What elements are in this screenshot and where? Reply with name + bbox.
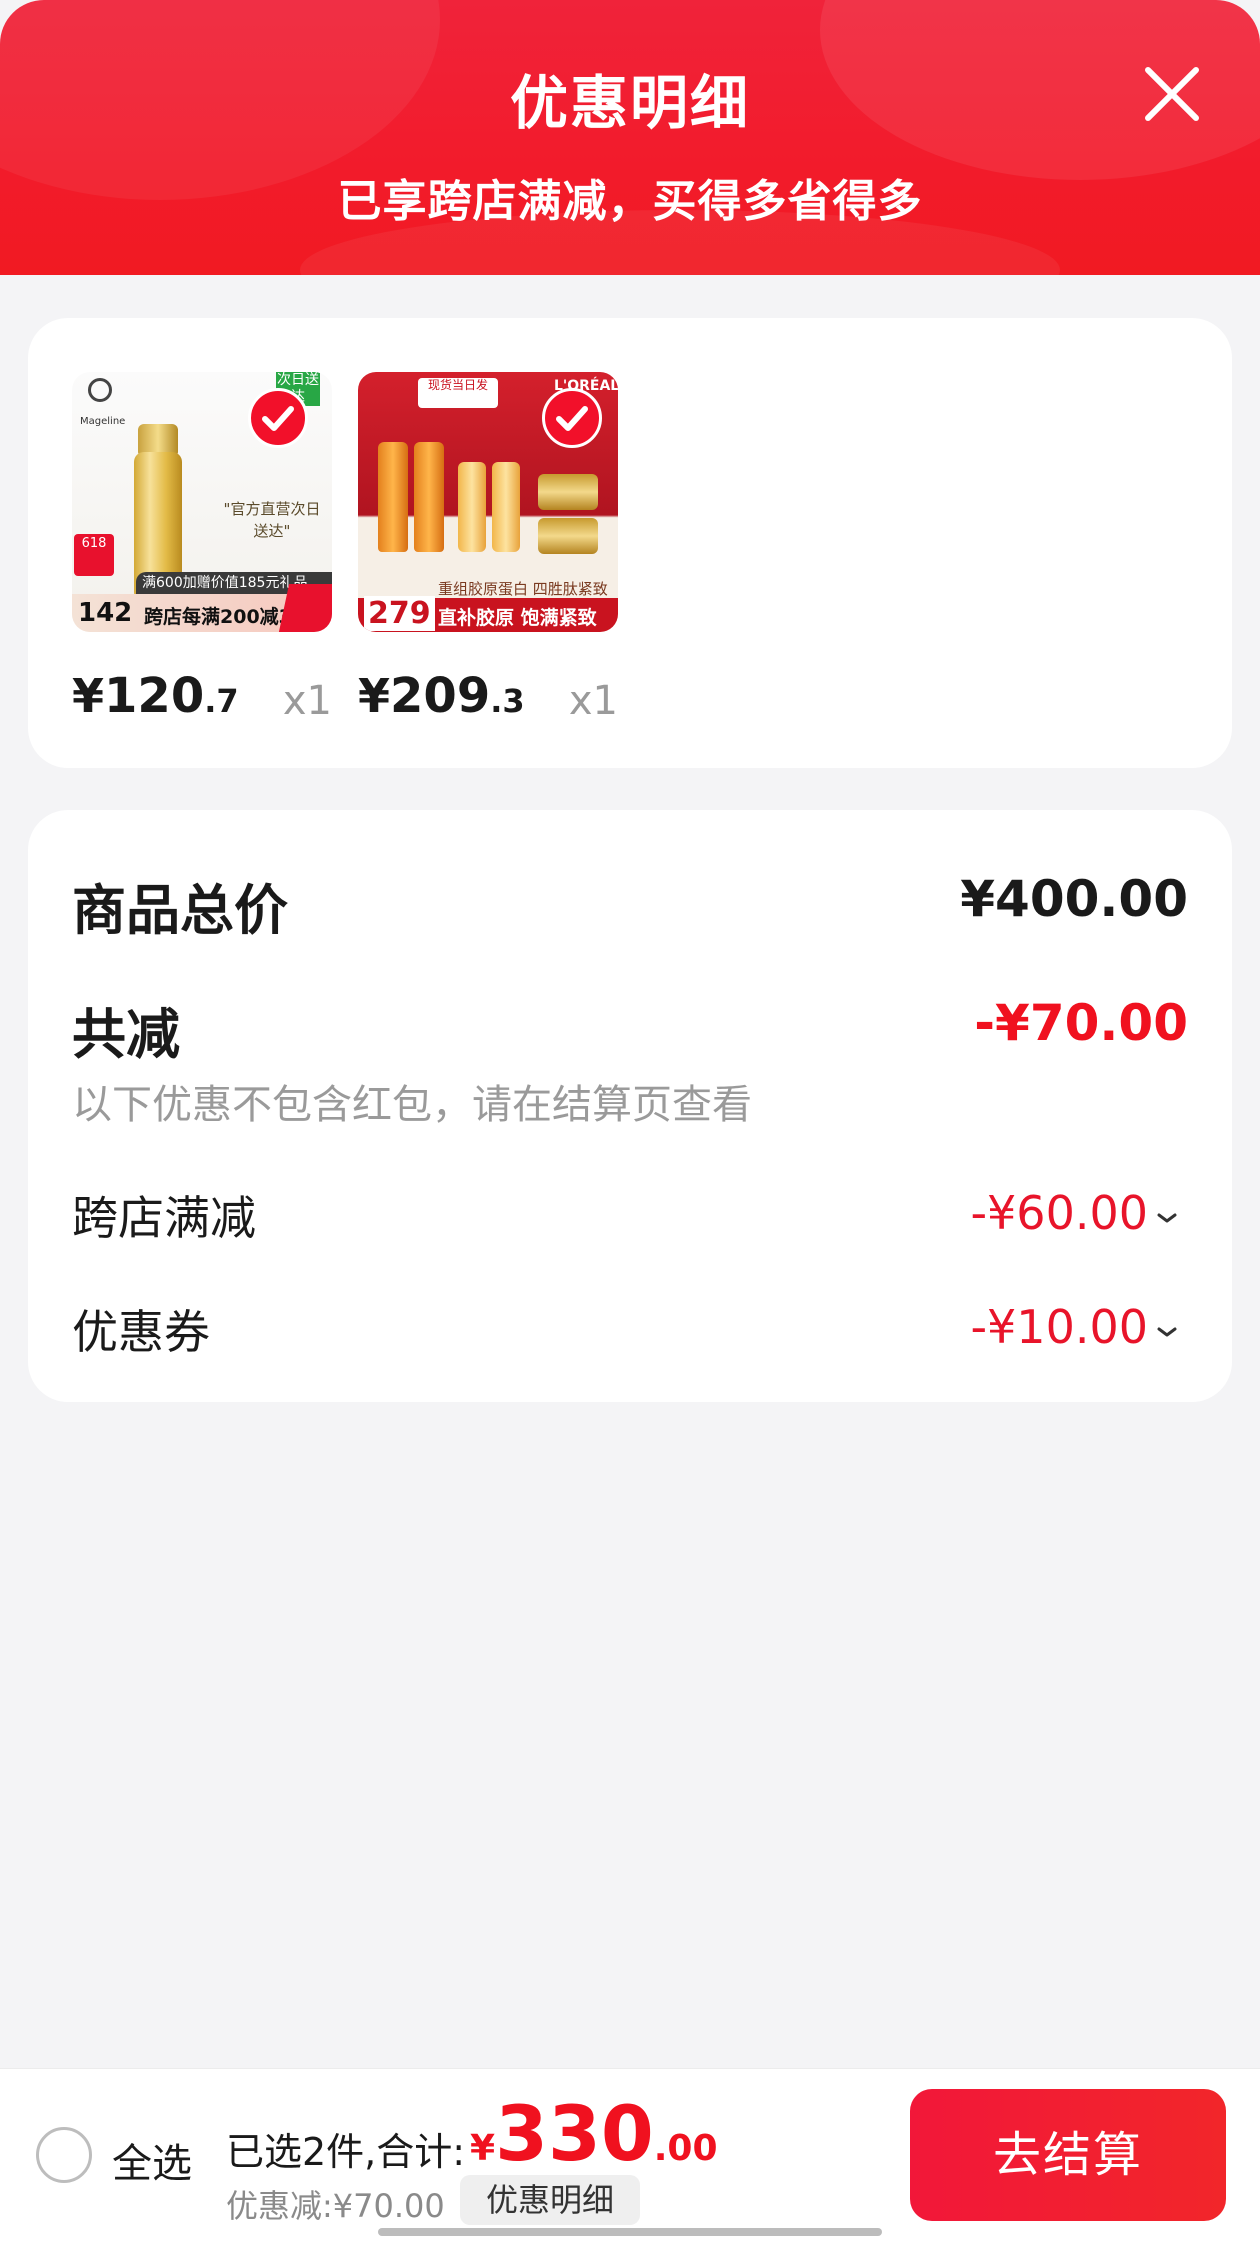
ship-today-tag: 现货当日发 xyxy=(418,378,498,408)
products-card: Mageline 次日送达 "官方直营次日送达" 618 满600加赠价值185… xyxy=(28,318,1232,768)
selected-count-text: 已选2件,合计: xyxy=(226,2130,466,2174)
select-all-radio[interactable] xyxy=(36,2127,92,2183)
product-jar xyxy=(538,518,598,554)
product-bottle xyxy=(414,442,444,552)
coupon-value: -¥10.00 xyxy=(970,1300,1148,1354)
product-bottle xyxy=(458,462,486,552)
price-integer: 120 xyxy=(104,668,205,724)
coupon-label: 优惠券 xyxy=(72,1305,210,1359)
product-quantity: x1 xyxy=(282,678,332,724)
cross-store-discount-label: 跨店满减 xyxy=(72,1191,256,1245)
product-quantity: x1 xyxy=(568,678,618,724)
price-currency: ¥ xyxy=(72,669,105,723)
promo-text: 直补胶原 饱满紧致 xyxy=(438,607,597,629)
sheet-title: 优惠明细 xyxy=(509,69,750,137)
sale-badge: 618 xyxy=(74,534,114,576)
brand-logo xyxy=(88,378,112,402)
product-price: ¥209.3 xyxy=(358,668,525,724)
cross-store-discount-row[interactable]: -¥60.00 xyxy=(970,1186,1180,1240)
product-price: ¥120.7 xyxy=(72,668,239,724)
product-item[interactable]: 现货当日发 L'ORÉAL 重组胶原蛋白 四胜肽紧致 279 直补胶原 饱满紧致 xyxy=(358,372,618,724)
selected-check[interactable] xyxy=(542,388,602,448)
close-button[interactable] xyxy=(1140,62,1204,126)
selected-check[interactable] xyxy=(248,388,308,448)
home-indicator[interactable] xyxy=(378,2228,882,2236)
product-image[interactable]: Mageline 次日送达 "官方直营次日送达" 618 满600加赠价值185… xyxy=(72,372,332,632)
price-decimal: .3 xyxy=(490,682,525,720)
product-bottle xyxy=(378,442,408,552)
product-item[interactable]: Mageline 次日送达 "官方直营次日送达" 618 满600加赠价值185… xyxy=(72,372,332,724)
price-decimal: .7 xyxy=(204,682,239,720)
total-amount: ¥330.00 xyxy=(470,2089,718,2178)
chevron-down-icon xyxy=(1154,1300,1180,1354)
sheet-header: 优惠明细 已享跨店满减，买得多省得多 xyxy=(0,0,1260,275)
discount-detail-button[interactable]: 优惠明细 xyxy=(460,2175,640,2225)
total-reduction-label: 共减 xyxy=(72,1003,180,1066)
coupon-row[interactable]: -¥10.00 xyxy=(970,1300,1180,1354)
price-integer: 209 xyxy=(390,668,491,724)
close-icon xyxy=(1145,67,1199,121)
product-jar xyxy=(538,474,598,510)
check-icon xyxy=(556,406,588,431)
price-currency: ¥ xyxy=(358,669,391,723)
product-bottle-cap xyxy=(138,424,178,454)
total-price-value: ¥400.00 xyxy=(960,870,1188,928)
total-integer: 330 xyxy=(495,2089,654,2178)
discount-detail-sheet: 优惠明细 已享跨店满减，买得多省得多 Mageline 次日送达 "官方直营次日… xyxy=(0,0,1260,2242)
image-subtext: 重组胶原蛋白 四胜肽紧致 xyxy=(438,580,608,598)
cross-store-discount-value: -¥60.00 xyxy=(970,1186,1148,1240)
total-currency: ¥ xyxy=(470,2128,496,2169)
brand-name: Mageline xyxy=(80,416,126,427)
corner-badge xyxy=(278,584,332,632)
sheet-subtitle: 已享跨店满减，买得多省得多 xyxy=(337,176,923,227)
promo-price: 279 xyxy=(364,596,435,631)
image-quote: "官方直营次日送达" xyxy=(223,500,321,540)
price-summary-card: 商品总价 ¥400.00 共减 -¥70.00 以下优惠不包含红包，请在结算页查… xyxy=(28,810,1232,1402)
select-all-label[interactable]: 全选 xyxy=(112,2131,192,2189)
red-packet-note: 以下优惠不包含红包，请在结算页查看 xyxy=(72,1082,752,1128)
total-reduction-value: -¥70.00 xyxy=(974,994,1188,1052)
promo-price: 142 xyxy=(78,598,133,628)
checkout-bar: 全选 已选2件,合计: ¥330.00 优惠减:¥70.00 优惠明细 去结算 xyxy=(0,2068,1260,2242)
total-decimal: .00 xyxy=(653,2128,718,2169)
check-icon xyxy=(262,406,294,431)
product-image[interactable]: 现货当日发 L'ORÉAL 重组胶原蛋白 四胜肽紧致 279 直补胶原 饱满紧致 xyxy=(358,372,618,632)
chevron-down-icon xyxy=(1154,1186,1180,1240)
discount-amount-text: 优惠减:¥70.00 xyxy=(226,2187,445,2225)
total-price-label: 商品总价 xyxy=(72,879,288,942)
checkout-button[interactable]: 去结算 xyxy=(910,2089,1226,2221)
product-bottle xyxy=(492,462,520,552)
promo-strip: 279 直补胶原 饱满紧致 xyxy=(358,596,618,632)
